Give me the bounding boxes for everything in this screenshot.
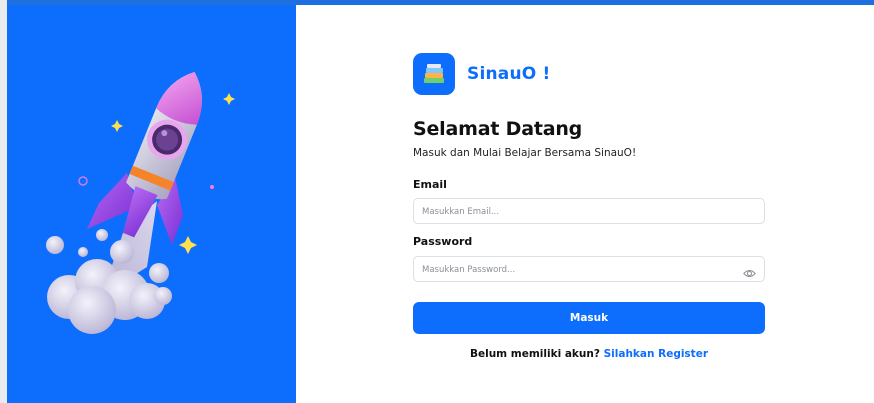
register-prompt-text: Belum memiliki akun? — [469, 348, 600, 360]
register-prompt: Belum memiliki akun? Silahkan Register — [413, 348, 765, 360]
brand-name: SinauO ! — [467, 64, 551, 84]
books-icon — [413, 53, 455, 95]
left-border — [0, 0, 7, 403]
page-subtitle: Masuk dan Mulai Belajar Bersama SinauO! — [413, 147, 637, 159]
hero-panel — [7, 5, 296, 403]
password-label: Password — [413, 235, 473, 248]
page-title: Selamat Datang — [413, 118, 583, 140]
login-button[interactable]: Masuk — [413, 302, 765, 334]
password-field[interactable] — [414, 258, 764, 282]
email-field-wrapper — [413, 198, 765, 224]
password-field-wrapper — [413, 256, 765, 282]
email-field[interactable] — [414, 200, 764, 224]
login-panel: SinauO ! Selamat Datang Masuk dan Mulai … — [296, 5, 874, 403]
brand: SinauO ! — [413, 53, 550, 95]
eye-icon[interactable] — [743, 264, 756, 277]
register-link[interactable]: Silahkan Register — [604, 348, 708, 360]
email-label: Email — [413, 178, 447, 191]
login-page: SinauO ! Selamat Datang Masuk dan Mulai … — [0, 0, 874, 403]
rocket-illustration — [46, 71, 235, 334]
